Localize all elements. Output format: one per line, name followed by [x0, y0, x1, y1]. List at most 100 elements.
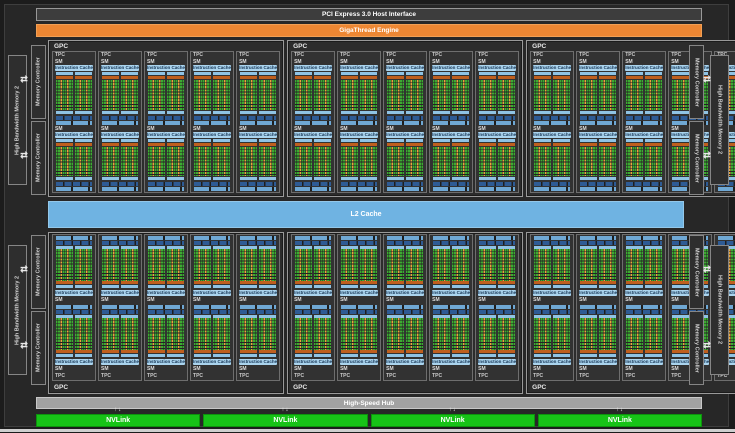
tpc-label: TPC [579, 52, 590, 58]
load-store-units-bar [240, 177, 258, 180]
processing-block [626, 245, 644, 289]
sm-label: SM [101, 297, 109, 303]
warp-scheduler-bar [102, 285, 120, 288]
core-grid [240, 249, 258, 281]
warp-scheduler-bar [295, 354, 313, 357]
sm-processing-blocks [146, 245, 186, 289]
dispatch-unit-bar [213, 281, 231, 284]
processing-block [213, 138, 231, 180]
sm-processing-blocks [339, 314, 379, 358]
processing-block [672, 72, 690, 114]
dispatch-unit-bar [387, 350, 405, 353]
load-store-units-bar [498, 177, 516, 180]
load-store-units-bar [479, 177, 497, 180]
sm-block: SMInstruction Cache [578, 304, 618, 373]
processing-block [626, 72, 644, 114]
memory-controller-block: Memory Controller [31, 235, 46, 309]
processing-block [534, 72, 552, 114]
sm-block: SMInstruction Cache [339, 304, 379, 373]
warp-scheduler-bar [75, 72, 93, 75]
sm-processing-blocks [238, 72, 278, 114]
warp-scheduler-bar [314, 138, 332, 142]
processing-block [452, 138, 470, 180]
texture-units-bar [295, 120, 332, 125]
sm-block: SMInstruction Cache [431, 304, 471, 373]
processing-block [167, 245, 185, 289]
texture-units-bar [341, 187, 378, 191]
sm-block: SMInstruction Cache [431, 59, 471, 126]
core-grid [56, 249, 74, 281]
tpc-block: TPCSMInstruction CacheSMInstruction Cach… [622, 234, 667, 381]
dispatch-unit-bar [167, 350, 185, 353]
texture-units-bar [240, 120, 277, 125]
dispatch-unit-bar [314, 76, 332, 79]
processing-block [553, 245, 571, 289]
load-store-units-bar [406, 177, 424, 180]
load-store-units-bar [534, 110, 552, 114]
sm-block: SMInstruction Cache [54, 126, 94, 193]
core-grid [498, 249, 516, 281]
sm-processing-blocks [339, 245, 379, 289]
core-grid [626, 249, 644, 281]
processing-block [599, 245, 617, 289]
sm-label: SM [193, 125, 201, 132]
core-grid [213, 249, 231, 281]
core-grid [75, 249, 93, 281]
processing-block [194, 245, 212, 289]
instruction-cache-bar: Instruction Cache [239, 131, 278, 138]
sm-block: SMInstruction Cache [385, 126, 425, 193]
warp-scheduler-bar [672, 138, 690, 142]
load-store-units-bar [360, 110, 378, 114]
sm-processing-blocks [431, 138, 471, 180]
instruction-cache-bar: Instruction Cache [101, 65, 140, 71]
load-store-units-bar [599, 177, 617, 180]
instruction-cache-bar: Instruction Cache [432, 131, 471, 138]
warp-scheduler-bar [121, 138, 139, 142]
sm-processing-blocks [238, 245, 278, 289]
dispatch-unit-bar [314, 281, 332, 284]
core-grid [314, 249, 332, 281]
sm-processing-blocks [238, 138, 278, 180]
core-grid [599, 146, 617, 176]
warp-scheduler-bar [452, 138, 470, 142]
core-grid [406, 146, 424, 176]
warp-scheduler-bar [341, 72, 359, 75]
register-file-bar [56, 115, 93, 120]
dispatch-unit-bar [148, 76, 166, 79]
tpc-label: TPC [432, 373, 443, 379]
nvlink-transfer-arrows-icon: ↑↓ [281, 407, 290, 413]
core-grid [259, 146, 277, 176]
dispatch-unit-bar [194, 76, 212, 79]
sm-processing-blocks [238, 314, 278, 358]
dispatch-unit-bar [259, 281, 277, 284]
core-grid [314, 318, 332, 350]
processing-block [672, 138, 690, 180]
processing-block [259, 314, 277, 358]
core-grid [56, 80, 74, 110]
instruction-cache-bar: Instruction Cache [432, 359, 471, 365]
warp-scheduler-bar [148, 354, 166, 357]
bottom-edge-strip [0, 429, 735, 432]
processing-block [240, 72, 258, 114]
load-store-units-bar [645, 177, 663, 180]
core-grid [148, 80, 166, 110]
core-grid [553, 146, 571, 176]
texture-units-bar [580, 187, 617, 191]
warp-scheduler-bar [194, 354, 212, 357]
core-grid [148, 146, 166, 176]
processing-block [75, 314, 93, 358]
warp-scheduler-bar [240, 72, 258, 75]
texture-units-bar [295, 187, 332, 191]
tpc-block: TPCSMInstruction CacheSMInstruction Cach… [52, 51, 97, 193]
tpc-row: TPC SM Instruction Cache SM Instruction Cach… [290, 51, 520, 195]
sm-block: SMInstruction Cache [339, 126, 379, 193]
warp-scheduler-bar [498, 72, 516, 75]
sm-block: SMInstruction Cache [293, 126, 333, 193]
sm-block: SMInstruction Cache [100, 304, 140, 373]
processing-block [75, 245, 93, 289]
tpc-label: TPC [340, 373, 351, 379]
load-store-units-bar [213, 110, 231, 114]
load-store-units-bar [580, 110, 598, 114]
processing-block [56, 245, 74, 289]
instruction-cache-bar: Instruction Cache [625, 359, 664, 365]
